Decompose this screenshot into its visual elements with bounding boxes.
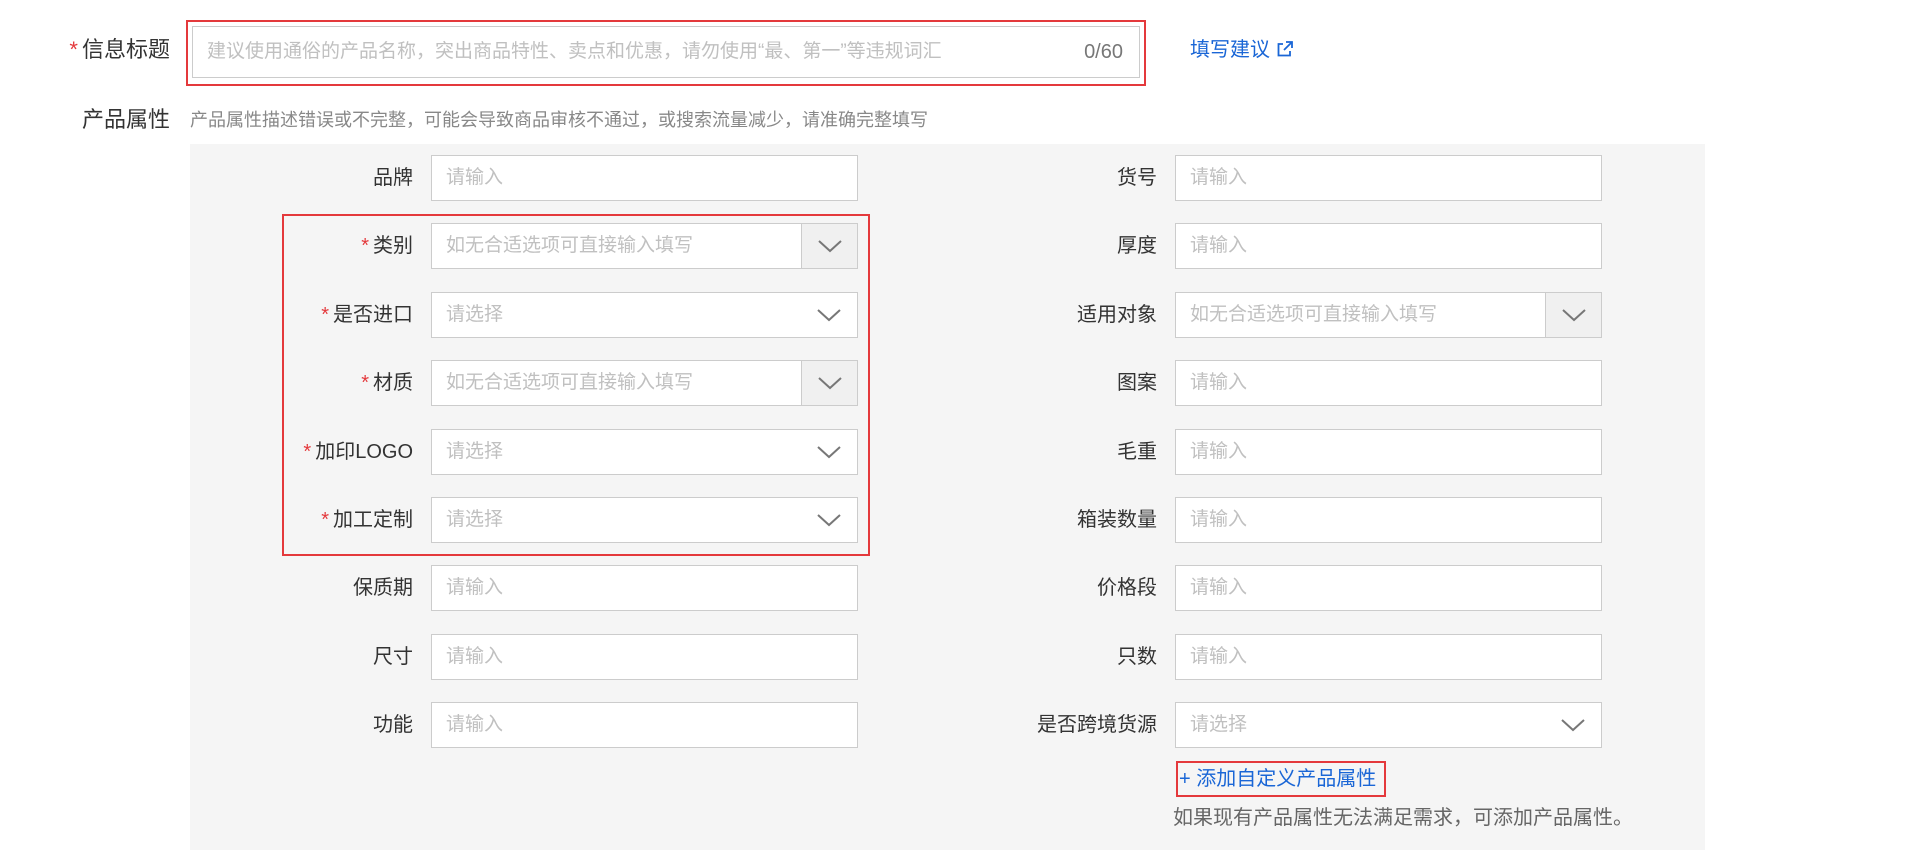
- text-field-left-7[interactable]: [431, 634, 858, 680]
- required-star: *: [361, 235, 369, 257]
- field-label-left-7: 尺寸: [113, 634, 413, 680]
- title-input-wrapper: 0/60: [192, 26, 1140, 78]
- text-field-right-4[interactable]: [1175, 429, 1602, 475]
- add-custom-attribute-note: 如果现有产品属性无法满足需求，可添加产品属性。: [1173, 807, 1633, 829]
- product-attributes-hint: 产品属性描述错误或不完整，可能会导致商品审核不通过，或搜索流量减少，请准确完整填…: [190, 110, 928, 130]
- combo-field-right-2[interactable]: [1175, 292, 1602, 338]
- field-label-left-5: * 加工定制: [113, 497, 413, 543]
- field-input[interactable]: [1188, 566, 1589, 610]
- text-field-right-3[interactable]: [1175, 360, 1602, 406]
- field-label-text: 价格段: [1097, 577, 1157, 599]
- fill-suggestion-text: 填写建议: [1190, 39, 1270, 61]
- field-label-text: 是否进口: [333, 304, 413, 326]
- field-label-right-0: 货号: [857, 155, 1157, 201]
- field-input[interactable]: [444, 498, 799, 542]
- external-link-icon: [1276, 36, 1294, 68]
- field-input[interactable]: [444, 361, 799, 405]
- field-label-text: 保质期: [353, 577, 413, 599]
- field-label-text: 尺寸: [373, 646, 413, 668]
- required-star: *: [321, 304, 329, 326]
- field-label-left-0: 品牌: [113, 155, 413, 201]
- field-input[interactable]: [444, 635, 845, 679]
- field-input[interactable]: [444, 156, 845, 200]
- required-star: *: [303, 441, 312, 463]
- field-label-text: 货号: [1117, 167, 1157, 189]
- text-field-left-6[interactable]: [431, 565, 858, 611]
- field-label-left-1: * 类别: [113, 223, 413, 269]
- field-label-text: 厚度: [1117, 235, 1157, 257]
- text-field-right-0[interactable]: [1175, 155, 1602, 201]
- field-label-right-6: 价格段: [857, 565, 1157, 611]
- required-star: *: [361, 372, 369, 394]
- title-field-label: * 信息标题: [0, 34, 170, 66]
- fill-suggestion-link[interactable]: 填写建议: [1190, 34, 1294, 66]
- text-field-right-1[interactable]: [1175, 223, 1602, 269]
- text-field-right-6[interactable]: [1175, 565, 1602, 611]
- field-label-text: 类别: [373, 235, 413, 257]
- field-label-text: 材质: [373, 372, 413, 394]
- chevron-down-icon[interactable]: [1555, 703, 1591, 747]
- text-field-left-0[interactable]: [431, 155, 858, 201]
- select-field-left-2[interactable]: [431, 292, 858, 338]
- field-input[interactable]: [1188, 156, 1589, 200]
- field-label-left-3: * 材质: [113, 360, 413, 406]
- field-label-right-2: 适用对象: [857, 292, 1157, 338]
- field-label-text: 是否跨境货源: [1037, 714, 1157, 736]
- field-label-text: 品牌: [373, 167, 413, 189]
- field-input[interactable]: [444, 293, 799, 337]
- field-input[interactable]: [1188, 703, 1543, 747]
- field-label-right-5: 箱装数量: [857, 497, 1157, 543]
- product-attributes-label: 产品属性: [81, 107, 170, 132]
- field-label-right-3: 图案: [857, 360, 1157, 406]
- field-label-text: 只数: [1117, 646, 1157, 668]
- field-label-text: 功能: [373, 714, 413, 736]
- chevron-down-icon[interactable]: [811, 498, 847, 542]
- field-input[interactable]: [444, 224, 799, 268]
- text-field-left-8[interactable]: [431, 702, 858, 748]
- field-input[interactable]: [1188, 498, 1589, 542]
- text-field-right-5[interactable]: [1175, 497, 1602, 543]
- add-custom-attribute-button[interactable]: + 添加自定义产品属性: [1176, 761, 1386, 797]
- text-field-right-7[interactable]: [1175, 634, 1602, 680]
- field-input[interactable]: [1188, 430, 1589, 474]
- select-field-left-4[interactable]: [431, 429, 858, 475]
- title-label-text: 信息标题: [81, 37, 170, 62]
- field-label-left-6: 保质期: [113, 565, 413, 611]
- field-input[interactable]: [1188, 361, 1589, 405]
- title-char-count: 0/60: [1084, 41, 1123, 63]
- field-label-right-7: 只数: [857, 634, 1157, 680]
- title-input[interactable]: [205, 27, 1045, 77]
- field-input[interactable]: [444, 430, 799, 474]
- required-star: *: [69, 37, 78, 62]
- chevron-down-icon[interactable]: [811, 293, 847, 337]
- field-input[interactable]: [1188, 224, 1589, 268]
- field-label-text: 加印LOGO: [315, 441, 413, 463]
- field-label-text: 加工定制: [333, 509, 413, 531]
- chevron-down-icon[interactable]: [801, 361, 857, 405]
- field-label-left-8: 功能: [113, 702, 413, 748]
- field-label-text: 箱装数量: [1077, 509, 1157, 531]
- select-field-right-8[interactable]: [1175, 702, 1602, 748]
- combo-field-left-1[interactable]: [431, 223, 858, 269]
- field-label-right-4: 毛重: [857, 429, 1157, 475]
- chevron-down-icon[interactable]: [801, 224, 857, 268]
- chevron-down-icon[interactable]: [1545, 293, 1601, 337]
- field-label-left-4: * 加印LOGO: [113, 429, 413, 475]
- field-label-text: 毛重: [1117, 441, 1157, 463]
- field-label-right-1: 厚度: [857, 223, 1157, 269]
- field-input[interactable]: [1188, 293, 1543, 337]
- field-label-left-2: * 是否进口: [113, 292, 413, 338]
- field-label-text: 适用对象: [1077, 304, 1157, 326]
- combo-field-left-3[interactable]: [431, 360, 858, 406]
- chevron-down-icon[interactable]: [811, 430, 847, 474]
- required-star: *: [321, 509, 329, 531]
- field-input[interactable]: [444, 566, 845, 610]
- field-input[interactable]: [1188, 635, 1589, 679]
- field-label-right-8: 是否跨境货源: [857, 702, 1157, 748]
- field-input[interactable]: [444, 703, 845, 747]
- select-field-left-5[interactable]: [431, 497, 858, 543]
- field-label-text: 图案: [1117, 372, 1157, 394]
